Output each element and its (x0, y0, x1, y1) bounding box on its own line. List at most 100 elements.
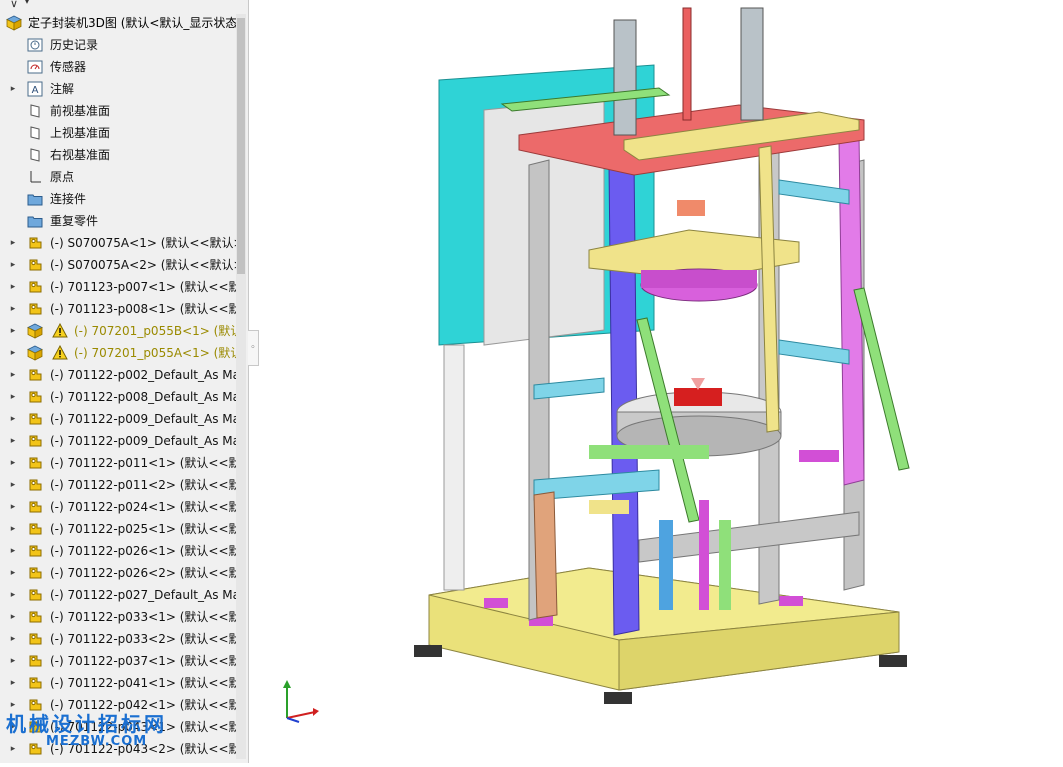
tree-item[interactable]: ▸ (-) 701122-p027_Default_As Ma (0, 584, 236, 606)
tree-item[interactable]: ▸ (-) 701122-p041<1> (默认<<默 (0, 672, 236, 694)
tree-item-label: (-) 707201_p055B<1> (默认 (74, 324, 236, 338)
tree-scrollbar[interactable] (236, 14, 246, 759)
expand-arrow-icon[interactable]: ▸ (8, 364, 18, 386)
expand-arrow-icon[interactable]: ▸ (8, 276, 18, 298)
expand-arrow-icon[interactable]: ▸ (8, 584, 18, 606)
part-icon (27, 477, 43, 493)
xyz-triad-icon (283, 680, 319, 723)
expand-arrow-icon[interactable]: ▸ (8, 408, 18, 430)
expand-arrow-icon[interactable]: ▸ (8, 628, 18, 650)
expand-arrow-icon[interactable]: ▸ (8, 342, 18, 364)
part-icon (27, 235, 43, 251)
tree-item[interactable]: ▸ (-) 707201_p055A<1> (默认 (0, 342, 236, 364)
tree-item[interactable]: ▸ (-) 701123-p008<1> (默认<<默认 (0, 298, 236, 320)
tree-item[interactable]: ▸ (-) 701122-p033<2> (默认<<默 (0, 628, 236, 650)
tree-item-label: (-) S070075A<2> (默认<<默认> (50, 258, 236, 272)
part-icon (27, 257, 43, 273)
tree-item-label: (-) 701122-p026<1> (默认<<默 (50, 544, 236, 558)
part-icon (27, 455, 43, 471)
expand-arrow-icon[interactable]: ▸ (8, 672, 18, 694)
tree-item-label: (-) 701122-p037<1> (默认<<默 (50, 654, 236, 668)
tree-item-label: (-) 701122-p011<2> (默认<<默 (50, 478, 236, 492)
expand-arrow-icon[interactable]: ▸ (8, 606, 18, 628)
tree-item[interactable]: ▸ A 注解 (0, 78, 236, 100)
expand-arrow-icon[interactable]: ▸ (8, 320, 18, 342)
part-icon (27, 609, 43, 625)
tree-root-label: 定子封装机3D图 (默认<默认_显示状态 (28, 16, 236, 30)
expand-arrow-icon[interactable]: ▸ (8, 562, 18, 584)
expand-arrow-icon[interactable]: ▸ (8, 496, 18, 518)
plane-icon (27, 147, 43, 163)
tree-item-label: (-) 701122-p025<1> (默认<<默 (50, 522, 236, 536)
tree-item-label: (-) 701122-p027_Default_As Ma (50, 588, 236, 602)
panel-splitter-handle[interactable]: ◦ (248, 330, 259, 366)
tree-item[interactable]: ▸ (-) 707201_p055B<1> (默认 (0, 320, 236, 342)
part-icon (27, 565, 43, 581)
tree-item[interactable]: ▸ (-) 701122-p009_Default_As Ma (0, 408, 236, 430)
tree-item-label: (-) 701122-p024<1> (默认<<默 (50, 500, 236, 514)
expand-arrow-icon[interactable]: ▸ (8, 232, 18, 254)
expand-arrow-icon[interactable]: ▸ (8, 452, 18, 474)
folder-icon (27, 191, 43, 207)
part-icon (27, 301, 43, 317)
tree-item[interactable]: ▸ (-) 701122-p009_Default_As Ma (0, 430, 236, 452)
tree-item-label: (-) 701122-p009_Default_As Ma (50, 434, 236, 448)
tree-item[interactable]: ▸ (-) 701122-p033<1> (默认<<默 (0, 606, 236, 628)
tree-item[interactable]: ▸ (-) 701122-p002_Default_As Ma (0, 364, 236, 386)
part-icon (27, 521, 43, 537)
part-icon (27, 543, 43, 559)
feature-manager-tree: ⊽ ▾ 定子封装机3D图 (默认<默认_显示状态 历史记录传感器 ▸ A 注解 前视基准… (0, 0, 249, 763)
expand-arrow-icon[interactable]: ▸ (8, 430, 18, 452)
expand-arrow-icon[interactable]: ▸ (8, 474, 18, 496)
machine-3d-model[interactable] (259, 0, 1063, 763)
expand-arrow-icon[interactable]: ▸ (8, 518, 18, 540)
tree-item[interactable]: 历史记录 (0, 34, 236, 56)
watermark-title: 机械设计招标网 (6, 712, 167, 736)
origin-icon (27, 169, 43, 185)
tree-filter[interactable]: ⊽ ▾ (0, 0, 248, 12)
tree-item-label: (-) 707201_p055A<1> (默认 (74, 346, 236, 360)
tree-item-label: (-) 701122-p033<2> (默认<<默 (50, 632, 236, 646)
expand-arrow-icon[interactable]: ▸ (8, 298, 18, 320)
tree-item-label: (-) 701122-p033<1> (默认<<默 (50, 610, 236, 624)
tree-item[interactable]: ▸ (-) 701122-p011<2> (默认<<默 (0, 474, 236, 496)
expand-arrow-icon[interactable]: ▸ (8, 540, 18, 562)
tree-item[interactable]: ▸ (-) S070075A<1> (默认<<默认> (0, 232, 236, 254)
tree-item[interactable]: ▸ (-) 701123-p007<1> (默认<<默认 (0, 276, 236, 298)
expand-arrow-icon[interactable]: ▸ (8, 386, 18, 408)
assembly-warning-icon (27, 323, 43, 339)
tree-item[interactable]: ▸ (-) 701122-p026<1> (默认<<默 (0, 540, 236, 562)
tree-item[interactable]: 前视基准面 (0, 100, 236, 122)
part-icon (27, 587, 43, 603)
tree-item[interactable]: 传感器 (0, 56, 236, 78)
part-icon (27, 653, 43, 669)
tree-item-label: 传感器 (50, 60, 87, 74)
graphics-viewport[interactable] (259, 0, 1063, 763)
tree-item[interactable]: 上视基准面 (0, 122, 236, 144)
chevron-down-icon[interactable]: ▾ (25, 0, 29, 6)
tree-item-label: 重复零件 (50, 214, 99, 228)
expand-arrow-icon[interactable]: ▸ (8, 78, 18, 100)
tree-item-label: (-) 701122-p002_Default_As Ma (50, 368, 236, 382)
tree-item[interactable]: ▸ (-) 701122-p008_Default_As Ma (0, 386, 236, 408)
tree-item[interactable]: 重复零件 (0, 210, 236, 232)
tree-item-label: (-) S070075A<1> (默认<<默认> (50, 236, 236, 250)
history-icon (27, 37, 43, 53)
tree-root-assembly[interactable]: 定子封装机3D图 (默认<默认_显示状态 (0, 12, 236, 34)
tree-item[interactable]: 右视基准面 (0, 144, 236, 166)
tree-item[interactable]: ▸ (-) 701122-p025<1> (默认<<默 (0, 518, 236, 540)
tree-item[interactable]: ▸ (-) 701122-p024<1> (默认<<默 (0, 496, 236, 518)
tree-item[interactable]: ▸ (-) 701122-p026<2> (默认<<默 (0, 562, 236, 584)
tree-item[interactable]: 连接件 (0, 188, 236, 210)
tree-item[interactable]: ▸ (-) 701122-p011<1> (默认<<默 (0, 452, 236, 474)
tree-item-label: 注解 (50, 82, 75, 96)
part-icon (27, 631, 43, 647)
tree-item[interactable]: 原点 (0, 166, 236, 188)
expand-arrow-icon[interactable]: ▸ (8, 254, 18, 276)
tree-item[interactable]: ▸ (-) 701122-p037<1> (默认<<默 (0, 650, 236, 672)
tree-item-label: (-) 701122-p041<1> (默认<<默 (50, 676, 236, 690)
funnel-icon[interactable]: ⊽ (10, 0, 18, 10)
tree-item[interactable]: ▸ (-) S070075A<2> (默认<<默认> (0, 254, 236, 276)
expand-arrow-icon[interactable]: ▸ (8, 650, 18, 672)
tree-scrollbar-thumb[interactable] (237, 18, 245, 274)
